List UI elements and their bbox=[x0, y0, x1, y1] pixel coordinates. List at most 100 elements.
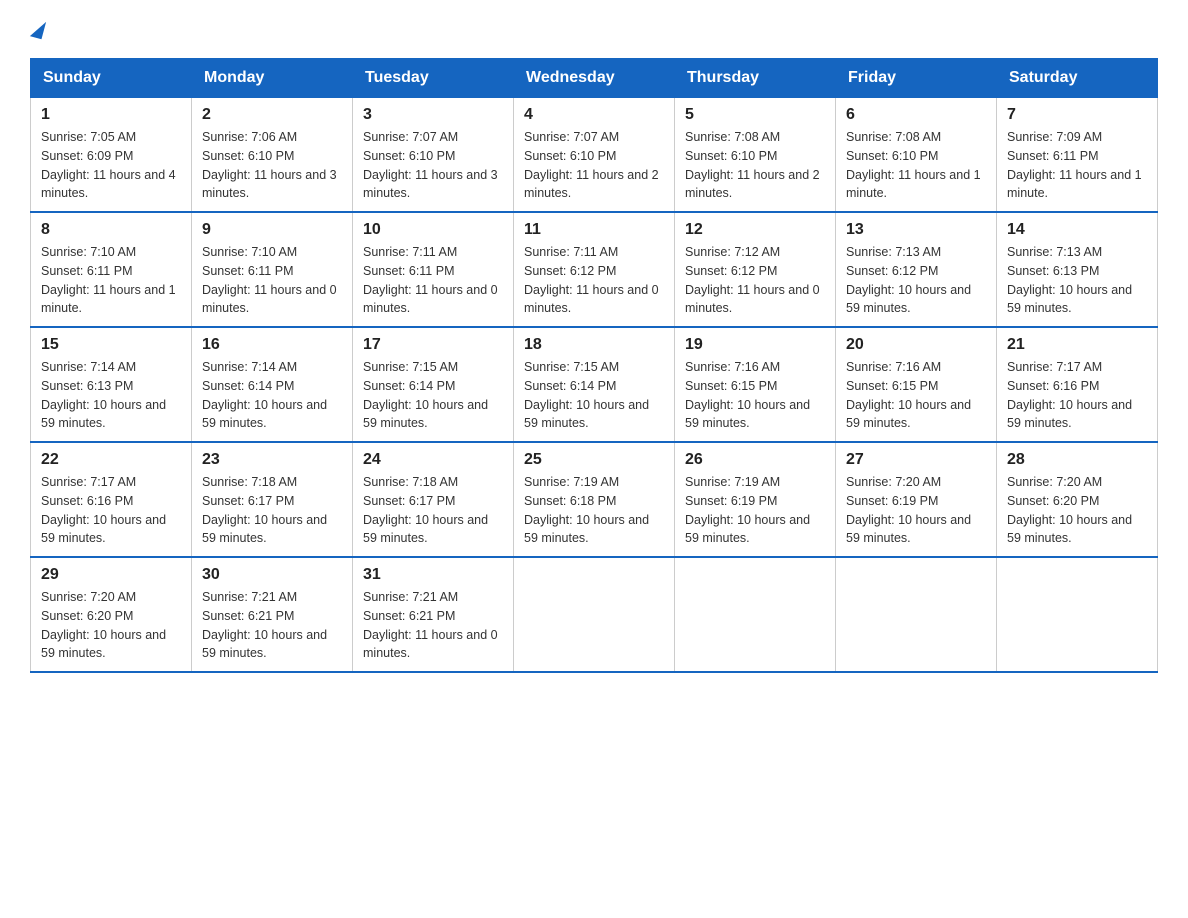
day-info: Sunrise: 7:06 AMSunset: 6:10 PMDaylight:… bbox=[202, 128, 342, 203]
calendar-day-cell: 26 Sunrise: 7:19 AMSunset: 6:19 PMDayligh… bbox=[675, 442, 836, 557]
day-number: 18 bbox=[524, 336, 664, 354]
day-number: 22 bbox=[41, 451, 181, 469]
day-info: Sunrise: 7:20 AMSunset: 6:20 PMDaylight:… bbox=[1007, 473, 1147, 548]
day-info: Sunrise: 7:15 AMSunset: 6:14 PMDaylight:… bbox=[524, 358, 664, 433]
day-info: Sunrise: 7:14 AMSunset: 6:14 PMDaylight:… bbox=[202, 358, 342, 433]
day-number: 10 bbox=[363, 221, 503, 239]
day-info: Sunrise: 7:20 AMSunset: 6:20 PMDaylight:… bbox=[41, 588, 181, 663]
day-info: Sunrise: 7:13 AMSunset: 6:12 PMDaylight:… bbox=[846, 243, 986, 318]
calendar-day-cell: 24 Sunrise: 7:18 AMSunset: 6:17 PMDayligh… bbox=[353, 442, 514, 557]
calendar-day-cell: 30 Sunrise: 7:21 AMSunset: 6:21 PMDayligh… bbox=[192, 557, 353, 672]
day-number: 16 bbox=[202, 336, 342, 354]
day-info: Sunrise: 7:17 AMSunset: 6:16 PMDaylight:… bbox=[41, 473, 181, 548]
calendar-day-cell: 14 Sunrise: 7:13 AMSunset: 6:13 PMDayligh… bbox=[997, 212, 1158, 327]
day-info: Sunrise: 7:11 AMSunset: 6:11 PMDaylight:… bbox=[363, 243, 503, 318]
day-number: 19 bbox=[685, 336, 825, 354]
day-info: Sunrise: 7:05 AMSunset: 6:09 PMDaylight:… bbox=[41, 128, 181, 203]
day-number: 24 bbox=[363, 451, 503, 469]
day-number: 30 bbox=[202, 566, 342, 584]
day-number: 31 bbox=[363, 566, 503, 584]
day-info: Sunrise: 7:16 AMSunset: 6:15 PMDaylight:… bbox=[846, 358, 986, 433]
day-number: 5 bbox=[685, 106, 825, 124]
day-info: Sunrise: 7:09 AMSunset: 6:11 PMDaylight:… bbox=[1007, 128, 1147, 203]
calendar-day-cell: 11Sunrise: 7:11 AMSunset: 6:12 PMDayligh… bbox=[514, 212, 675, 327]
calendar-day-cell: 1 Sunrise: 7:05 AMSunset: 6:09 PMDaylight… bbox=[31, 98, 192, 213]
calendar-day-cell: 16 Sunrise: 7:14 AMSunset: 6:14 PMDayligh… bbox=[192, 327, 353, 442]
logo bbox=[30, 20, 46, 38]
calendar-day-cell: 27 Sunrise: 7:20 AMSunset: 6:19 PMDayligh… bbox=[836, 442, 997, 557]
calendar-day-cell bbox=[514, 557, 675, 672]
calendar-day-cell bbox=[675, 557, 836, 672]
day-info: Sunrise: 7:21 AMSunset: 6:21 PMDaylight:… bbox=[363, 588, 503, 663]
calendar-day-cell: 5Sunrise: 7:08 AMSunset: 6:10 PMDaylight… bbox=[675, 98, 836, 213]
day-info: Sunrise: 7:20 AMSunset: 6:19 PMDaylight:… bbox=[846, 473, 986, 548]
day-info: Sunrise: 7:18 AMSunset: 6:17 PMDaylight:… bbox=[363, 473, 503, 548]
day-number: 28 bbox=[1007, 451, 1147, 469]
calendar-week-row: 15 Sunrise: 7:14 AMSunset: 6:13 PMDayligh… bbox=[31, 327, 1158, 442]
calendar-day-cell: 8 Sunrise: 7:10 AMSunset: 6:11 PMDaylight… bbox=[31, 212, 192, 327]
day-info: Sunrise: 7:14 AMSunset: 6:13 PMDaylight:… bbox=[41, 358, 181, 433]
calendar-day-cell: 20 Sunrise: 7:16 AMSunset: 6:15 PMDayligh… bbox=[836, 327, 997, 442]
day-info: Sunrise: 7:13 AMSunset: 6:13 PMDaylight:… bbox=[1007, 243, 1147, 318]
day-info: Sunrise: 7:19 AMSunset: 6:18 PMDaylight:… bbox=[524, 473, 664, 548]
day-info: Sunrise: 7:18 AMSunset: 6:17 PMDaylight:… bbox=[202, 473, 342, 548]
day-info: Sunrise: 7:10 AMSunset: 6:11 PMDaylight:… bbox=[202, 243, 342, 318]
day-info: Sunrise: 7:19 AMSunset: 6:19 PMDaylight:… bbox=[685, 473, 825, 548]
calendar-day-cell: 9 Sunrise: 7:10 AMSunset: 6:11 PMDaylight… bbox=[192, 212, 353, 327]
day-of-week-header: Monday bbox=[192, 59, 353, 98]
calendar-day-cell: 18 Sunrise: 7:15 AMSunset: 6:14 PMDayligh… bbox=[514, 327, 675, 442]
calendar-day-cell: 15 Sunrise: 7:14 AMSunset: 6:13 PMDayligh… bbox=[31, 327, 192, 442]
calendar-day-cell bbox=[836, 557, 997, 672]
calendar-day-cell: 28 Sunrise: 7:20 AMSunset: 6:20 PMDayligh… bbox=[997, 442, 1158, 557]
calendar-day-cell: 19 Sunrise: 7:16 AMSunset: 6:15 PMDayligh… bbox=[675, 327, 836, 442]
calendar-day-cell: 25 Sunrise: 7:19 AMSunset: 6:18 PMDayligh… bbox=[514, 442, 675, 557]
day-of-week-header: Thursday bbox=[675, 59, 836, 98]
day-number: 20 bbox=[846, 336, 986, 354]
day-of-week-header: Sunday bbox=[31, 59, 192, 98]
calendar-week-row: 22 Sunrise: 7:17 AMSunset: 6:16 PMDayligh… bbox=[31, 442, 1158, 557]
day-of-week-header: Friday bbox=[836, 59, 997, 98]
day-number: 8 bbox=[41, 221, 181, 239]
day-number: 2 bbox=[202, 106, 342, 124]
day-number: 4 bbox=[524, 106, 664, 124]
day-info: Sunrise: 7:16 AMSunset: 6:15 PMDaylight:… bbox=[685, 358, 825, 433]
day-number: 6 bbox=[846, 106, 986, 124]
calendar-day-cell: 22 Sunrise: 7:17 AMSunset: 6:16 PMDayligh… bbox=[31, 442, 192, 557]
day-number: 13 bbox=[846, 221, 986, 239]
calendar-day-cell: 21 Sunrise: 7:17 AMSunset: 6:16 PMDayligh… bbox=[997, 327, 1158, 442]
calendar-day-cell: 10 Sunrise: 7:11 AMSunset: 6:11 PMDayligh… bbox=[353, 212, 514, 327]
day-info: Sunrise: 7:17 AMSunset: 6:16 PMDaylight:… bbox=[1007, 358, 1147, 433]
day-info: Sunrise: 7:10 AMSunset: 6:11 PMDaylight:… bbox=[41, 243, 181, 318]
day-info: Sunrise: 7:08 AMSunset: 6:10 PMDaylight:… bbox=[846, 128, 986, 203]
page-header bbox=[30, 20, 1158, 38]
day-number: 26 bbox=[685, 451, 825, 469]
calendar-day-cell: 6 Sunrise: 7:08 AMSunset: 6:10 PMDaylight… bbox=[836, 98, 997, 213]
calendar-week-row: 1 Sunrise: 7:05 AMSunset: 6:09 PMDaylight… bbox=[31, 98, 1158, 213]
day-number: 14 bbox=[1007, 221, 1147, 239]
calendar-week-row: 8 Sunrise: 7:10 AMSunset: 6:11 PMDaylight… bbox=[31, 212, 1158, 327]
day-number: 12 bbox=[685, 221, 825, 239]
day-of-week-header: Wednesday bbox=[514, 59, 675, 98]
day-of-week-header: Saturday bbox=[997, 59, 1158, 98]
day-info: Sunrise: 7:21 AMSunset: 6:21 PMDaylight:… bbox=[202, 588, 342, 663]
day-number: 25 bbox=[524, 451, 664, 469]
calendar-day-cell: 3Sunrise: 7:07 AMSunset: 6:10 PMDaylight… bbox=[353, 98, 514, 213]
day-number: 15 bbox=[41, 336, 181, 354]
day-number: 27 bbox=[846, 451, 986, 469]
calendar-day-cell: 17Sunrise: 7:15 AMSunset: 6:14 PMDayligh… bbox=[353, 327, 514, 442]
calendar-body: 1 Sunrise: 7:05 AMSunset: 6:09 PMDaylight… bbox=[31, 98, 1158, 673]
day-number: 1 bbox=[41, 106, 181, 124]
day-number: 17 bbox=[363, 336, 503, 354]
calendar-day-cell: 23Sunrise: 7:18 AMSunset: 6:17 PMDayligh… bbox=[192, 442, 353, 557]
day-number: 7 bbox=[1007, 106, 1147, 124]
day-number: 9 bbox=[202, 221, 342, 239]
day-of-week-header: Tuesday bbox=[353, 59, 514, 98]
calendar-day-cell: 2 Sunrise: 7:06 AMSunset: 6:10 PMDaylight… bbox=[192, 98, 353, 213]
calendar-day-cell: 13 Sunrise: 7:13 AMSunset: 6:12 PMDayligh… bbox=[836, 212, 997, 327]
calendar-day-cell: 29 Sunrise: 7:20 AMSunset: 6:20 PMDayligh… bbox=[31, 557, 192, 672]
day-number: 3 bbox=[363, 106, 503, 124]
day-number: 29 bbox=[41, 566, 181, 584]
day-number: 11 bbox=[524, 221, 664, 239]
calendar-day-cell: 7 Sunrise: 7:09 AMSunset: 6:11 PMDaylight… bbox=[997, 98, 1158, 213]
day-number: 21 bbox=[1007, 336, 1147, 354]
